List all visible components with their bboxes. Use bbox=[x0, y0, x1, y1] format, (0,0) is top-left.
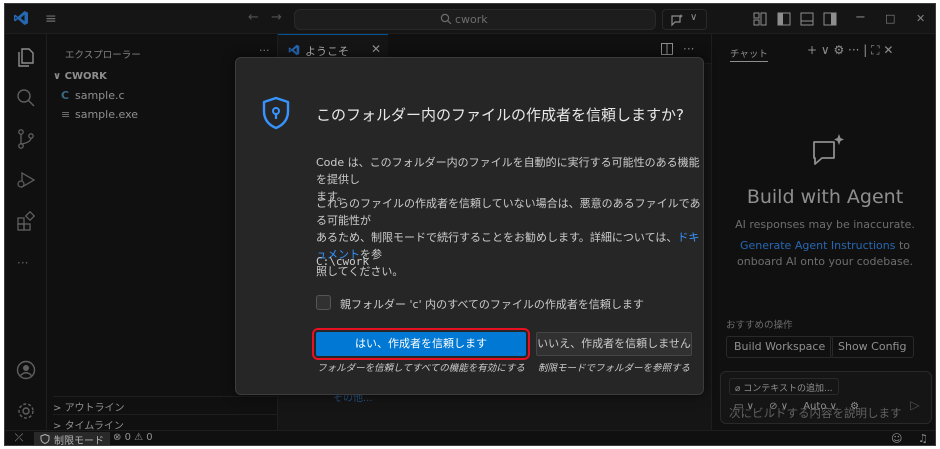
message-line: これらのファイルの作成者を信頼していない場合は、悪意のあるファイルである可能性が bbox=[316, 197, 701, 227]
trust-parent-label[interactable]: 親フォルダー 'c' 内のすべてのファイルの作成者を信頼します bbox=[340, 296, 644, 312]
message-text: あるため、制限モードで続行することをお勧めします。詳細については、 bbox=[316, 231, 678, 244]
trust-button-description: フォルダーを信頼してすべての機能を有効にする bbox=[317, 363, 525, 374]
dialog-title: このフォルダー内のファイルの作成者を信頼しますか? bbox=[316, 106, 684, 124]
shield-icon bbox=[262, 96, 290, 130]
message-line: あるため、制限モードで続行することをお勧めします。詳細については、ドキュメントを… bbox=[316, 229, 701, 263]
trust-parent-checkbox[interactable] bbox=[316, 295, 331, 310]
folder-path: C:\cwork bbox=[316, 255, 369, 268]
message-line: Code は、このフォルダー内のファイルを自動的に実行する可能性のある機能を提供… bbox=[316, 156, 700, 186]
dialog-message-2: これらのファイルの作成者を信頼していない場合は、悪意のあるファイルである可能性が… bbox=[316, 195, 701, 280]
dont-trust-button[interactable]: いいえ、作成者を信頼しません bbox=[536, 332, 692, 356]
trust-authors-button[interactable]: はい、作成者を信頼します bbox=[312, 328, 530, 360]
workspace-trust-dialog: このフォルダー内のファイルの作成者を信頼しますか? Code は、このフォルダー… bbox=[235, 57, 704, 395]
dont-trust-button-description: 制限モードでフォルダーを参照する bbox=[537, 363, 690, 374]
vscode-window: ≡ ← → cwork ∨ − □ ✕ ··· エクスプローラー ··· ∨ C… bbox=[4, 3, 936, 446]
message-line: 照してください。 bbox=[316, 265, 404, 278]
